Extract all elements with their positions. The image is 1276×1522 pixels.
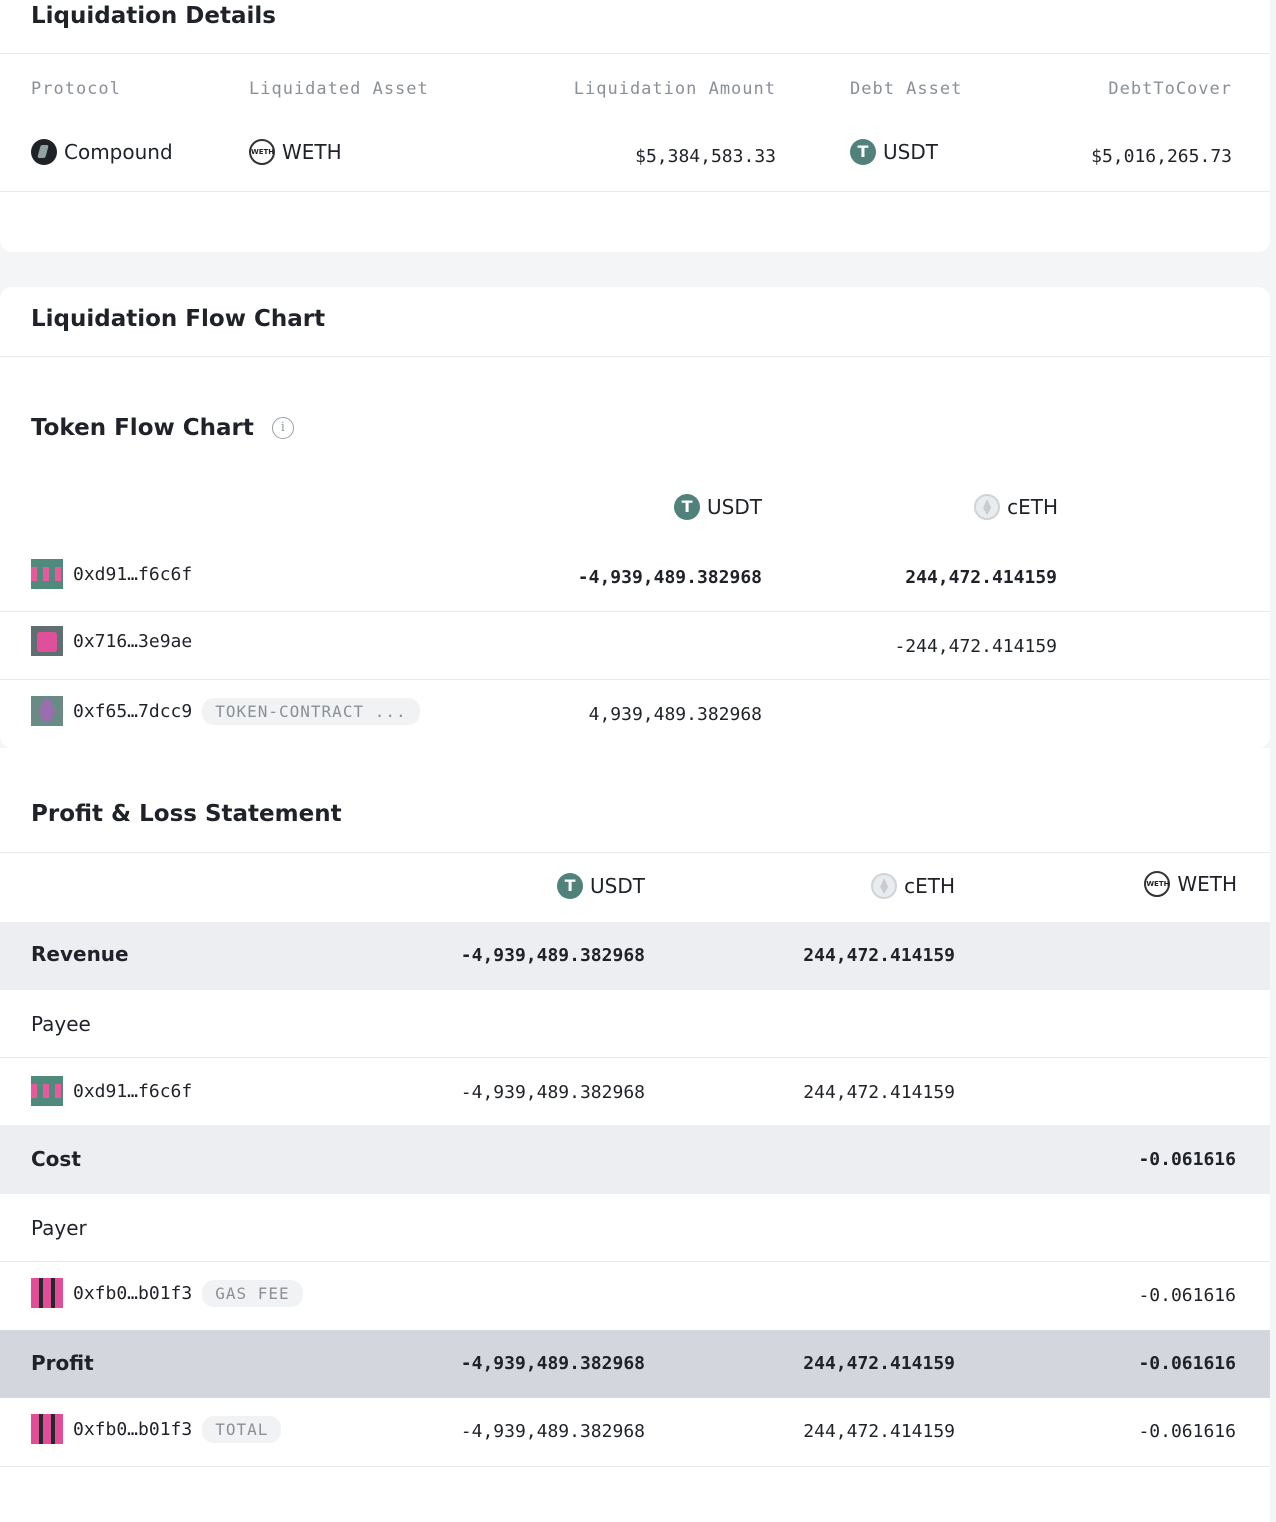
row-divider	[0, 1057, 1270, 1058]
row-divider	[0, 679, 1270, 680]
profit-ceth: 244,472.414159	[803, 1353, 955, 1374]
section-title: Liquidation Details	[31, 3, 276, 29]
pnl-card: Profit & Loss Statement T USDT cETH WETH…	[0, 748, 1270, 1522]
address-link[interactable]: 0xd91…f6c6f	[31, 1076, 192, 1106]
revenue-usdt: -4,939,489.382968	[460, 945, 645, 966]
payee-ceth: 244,472.414159	[803, 1082, 955, 1103]
total-usdt: -4,939,489.382968	[460, 1421, 645, 1442]
info-icon[interactable]: i	[271, 417, 294, 439]
liquidation-details-card: Liquidation Details Protocol Liquidated …	[0, 0, 1270, 252]
identicon-avatar	[31, 1414, 63, 1444]
address-link[interactable]: 0xd91…f6c6f	[31, 559, 192, 589]
weth-icon: WETH	[1144, 871, 1171, 897]
usdt-flow-value: -4,939,489.382968	[577, 567, 762, 588]
token-label: cETH	[904, 874, 955, 898]
header-liquidation-amount: Liquidation Amount	[573, 79, 776, 99]
usdt-icon: T	[674, 494, 701, 520]
divider	[0, 356, 1270, 357]
identicon-avatar	[31, 1076, 63, 1106]
ceth-flow-value: -244,472.414159	[894, 636, 1057, 657]
address-link[interactable]: 0xfb0…b01f3 GAS FEE	[31, 1278, 303, 1308]
debt-asset-cell[interactable]: T USDT	[850, 139, 938, 165]
protocol-cell[interactable]: Compound	[31, 139, 173, 165]
payer-label: Payer	[31, 1216, 87, 1240]
usdt-flow-value: 4,939,489.382968	[588, 704, 762, 725]
address-text: 0xf65…7dcc9	[73, 700, 193, 722]
token-flow-title: Token Flow Chart	[31, 415, 254, 441]
total-ceth: 244,472.414159	[803, 1421, 955, 1442]
total-badge: TOTAL	[202, 1415, 282, 1443]
header-protocol: Protocol	[31, 79, 121, 99]
total-weth: -0.061616	[1138, 1421, 1236, 1442]
cost-row	[0, 1125, 1270, 1194]
address-text: 0x716…3e9ae	[73, 630, 193, 652]
payee-label: Payee	[31, 1012, 91, 1036]
section-title: Liquidation Flow Chart	[31, 306, 326, 332]
ceth-flow-value: 244,472.414159	[905, 567, 1057, 588]
cost-weth: -0.061616	[1138, 1149, 1236, 1170]
payer-weth: -0.061616	[1138, 1285, 1236, 1306]
debt-to-cover-value: $5,016,265.73	[1091, 146, 1232, 167]
ceth-icon	[974, 494, 1001, 520]
usdt-icon: T	[557, 873, 584, 899]
weth-icon: WETH	[249, 139, 275, 165]
divider	[0, 191, 1270, 192]
payee-usdt: -4,939,489.382968	[460, 1082, 645, 1103]
identicon-avatar	[31, 626, 63, 656]
cost-label: Cost	[31, 1147, 81, 1171]
pnl-header-weth: WETH WETH	[1144, 871, 1237, 897]
header-debt-asset: Debt Asset	[850, 79, 963, 99]
liquidation-amount-value: $5,384,583.33	[635, 146, 776, 167]
address-text: 0xd91…f6c6f	[73, 1080, 193, 1102]
pnl-header-usdt: T USDT	[557, 873, 645, 899]
pnl-header-ceth: cETH	[871, 873, 955, 899]
profit-label: Profit	[31, 1351, 94, 1375]
section-title: Profit & Loss Statement	[31, 801, 342, 827]
identicon-avatar	[31, 696, 63, 726]
revenue-label: Revenue	[31, 942, 129, 966]
token-header-ceth: cETH	[974, 494, 1058, 520]
token-label: USDT	[590, 874, 645, 898]
identicon-avatar	[31, 1278, 63, 1308]
token-label: cETH	[1007, 495, 1058, 519]
row-divider	[0, 1261, 1270, 1262]
token-contract-badge[interactable]: TOKEN-CONTRACT ...	[202, 697, 420, 725]
divider	[0, 53, 1270, 54]
flow-chart-card: Liquidation Flow Chart Token Flow Chart …	[0, 287, 1270, 748]
address-text: 0xd91…f6c6f	[73, 563, 193, 585]
divider	[0, 852, 1270, 853]
header-debt-to-cover: DebtToCover	[1108, 79, 1232, 99]
revenue-ceth: 244,472.414159	[803, 945, 955, 966]
gas-fee-badge: GAS FEE	[202, 1279, 303, 1307]
divider	[0, 1466, 1270, 1467]
liquidated-asset-cell[interactable]: WETH WETH	[249, 139, 342, 165]
profit-usdt: -4,939,489.382968	[460, 1353, 645, 1374]
token-flow-heading: Token Flow Chart i	[31, 415, 294, 441]
token-header-usdt: T USDT	[674, 494, 762, 520]
debt-asset-name: USDT	[883, 140, 938, 164]
address-link[interactable]: 0x716…3e9ae	[31, 626, 192, 656]
identicon-avatar	[31, 559, 63, 589]
address-link[interactable]: 0xfb0…b01f3 TOTAL	[31, 1414, 282, 1444]
token-label: WETH	[1177, 872, 1237, 896]
profit-weth: -0.061616	[1138, 1353, 1236, 1374]
address-link[interactable]: 0xf65…7dcc9 TOKEN-CONTRACT ...	[31, 696, 420, 726]
ceth-icon	[871, 873, 898, 899]
address-text: 0xfb0…b01f3	[73, 1282, 193, 1304]
address-text: 0xfb0…b01f3	[73, 1418, 193, 1440]
liquidated-asset-name: WETH	[282, 140, 342, 164]
compound-icon	[31, 139, 57, 165]
row-divider	[0, 611, 1270, 612]
token-label: USDT	[707, 495, 762, 519]
protocol-name: Compound	[64, 140, 173, 164]
usdt-icon: T	[850, 139, 876, 165]
header-liquidated-asset: Liquidated Asset	[249, 79, 429, 99]
